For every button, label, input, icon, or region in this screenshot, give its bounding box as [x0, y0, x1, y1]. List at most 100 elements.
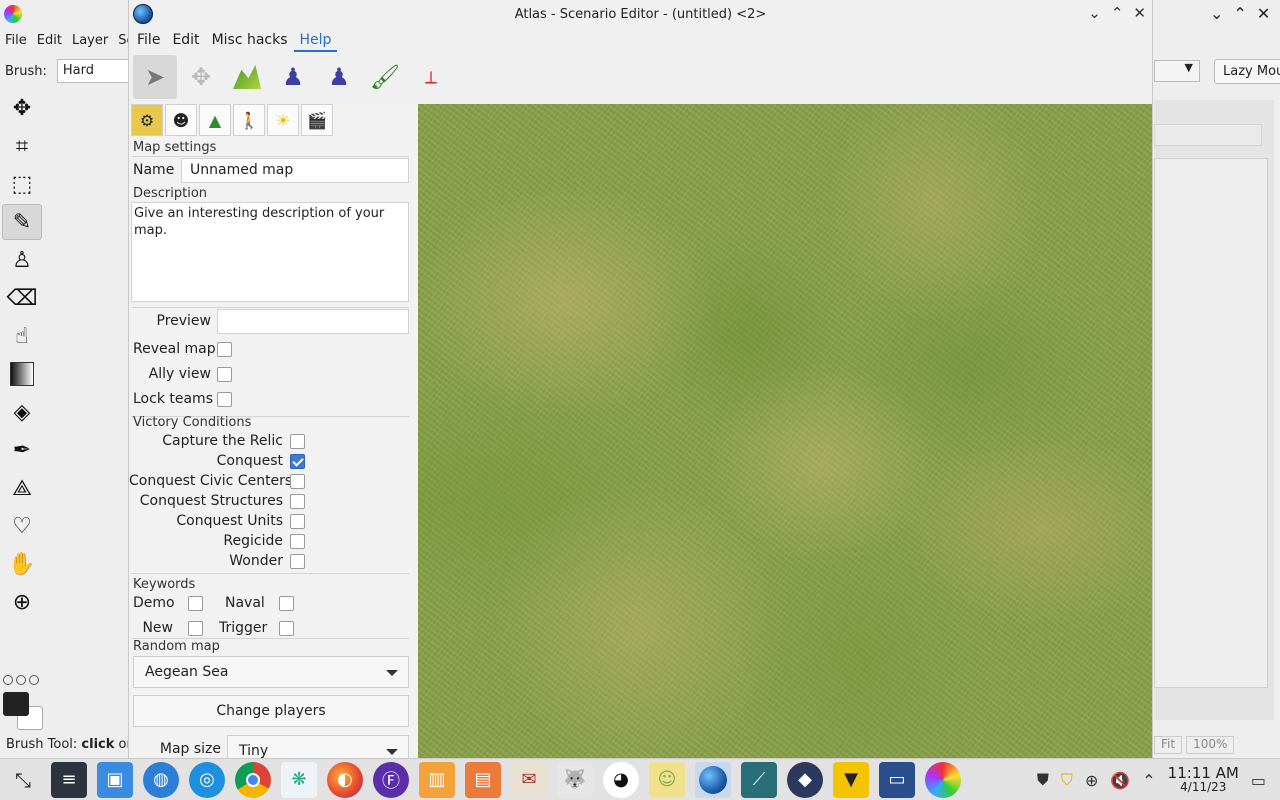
victory-conquest-checkbox[interactable] [290, 454, 305, 469]
chrome-icon[interactable] [235, 761, 271, 798]
bg-menu-edit[interactable]: Edit [32, 33, 67, 48]
tab-terrain-icon[interactable]: ▲ [199, 104, 231, 136]
axis-gizmo-icon[interactable]: ⟂ [409, 55, 453, 99]
victory-wonder-checkbox[interactable] [290, 554, 305, 569]
keyword-trigger-checkbox[interactable] [279, 621, 294, 636]
close-icon[interactable]: ✕ [1133, 4, 1146, 22]
minimize-icon[interactable]: ⌄ [1088, 4, 1101, 22]
bg-docker-combo[interactable] [1154, 124, 1262, 146]
menu-file[interactable]: File [131, 28, 166, 52]
place-unit-icon[interactable]: ♟ [271, 55, 315, 99]
select-cursor-icon[interactable]: ➤ [133, 55, 177, 99]
compass-browser-icon[interactable]: ◎ [189, 761, 225, 798]
terminal-icon[interactable]: ≡ [51, 761, 87, 798]
crop-tool-icon[interactable]: ⌗ [2, 128, 42, 164]
lazy-mouse-button[interactable]: Lazy Mou [1214, 59, 1280, 84]
archive-app-icon[interactable]: ▥ [419, 761, 455, 798]
victory-regicide-checkbox[interactable] [290, 534, 305, 549]
firefox-icon[interactable]: ◐ [327, 761, 363, 798]
move-arrows-icon[interactable]: ✥ [179, 55, 223, 99]
reveal-map-checkbox[interactable] [217, 342, 232, 357]
tab-player-icon[interactable]: ☻ [165, 104, 197, 136]
dot-icon[interactable] [16, 675, 26, 685]
app-launcher-icon[interactable]: ⤡ [5, 762, 41, 798]
atlas-globe-icon[interactable] [695, 761, 731, 798]
gitkraken-icon[interactable]: ⟋ [741, 761, 777, 798]
fill-tool-icon[interactable]: ◈ [2, 394, 42, 430]
bg-menu-file[interactable]: File [0, 33, 32, 48]
description-textarea[interactable]: Give an interesting description of your … [131, 202, 409, 302]
smudge-tool-icon[interactable]: ☝ [2, 318, 42, 354]
bg-dropdown[interactable]: ▼ [1154, 60, 1200, 82]
keyword-new-checkbox[interactable] [188, 621, 203, 636]
tab-environment-icon[interactable]: ☀ [267, 104, 299, 136]
map-size-select[interactable]: Tiny [227, 735, 409, 758]
gimp-icon[interactable]: 🐺 [557, 761, 593, 798]
terrain-viewport[interactable] [418, 104, 1152, 758]
move-tool-icon[interactable]: ✥ [2, 90, 42, 126]
document-app-icon[interactable]: ▤ [465, 761, 501, 798]
minimize-icon[interactable]: ⌄ [1210, 4, 1223, 23]
change-players-button[interactable]: Change players [133, 695, 409, 727]
files-icon[interactable]: ▣ [97, 761, 133, 798]
ally-view-checkbox[interactable] [217, 367, 232, 382]
menu-help[interactable]: Help [293, 28, 338, 52]
sidebar-tabs: ⚙ ☻ ▲ 🚶 ☀ 🎬 [129, 104, 333, 138]
panda-app-icon[interactable]: ◕ [603, 761, 639, 798]
victory-conquest-civic-checkbox[interactable] [290, 474, 305, 489]
maximize-icon[interactable]: ⌃ [1111, 4, 1124, 22]
transform-tool-icon[interactable]: ⟁ [2, 470, 42, 506]
preview-input[interactable] [217, 309, 409, 334]
bg-brush-select[interactable]: Hard [56, 59, 130, 83]
coral-app-icon[interactable]: ❋ [281, 761, 317, 798]
bg-menu-layer[interactable]: Layer [67, 33, 113, 48]
zoom-tool-icon[interactable]: ⊕ [2, 584, 42, 620]
map-name-input[interactable]: Unnamed map [181, 158, 409, 183]
clock[interactable]: 11:11 AM 4/11/23 [1168, 766, 1239, 795]
maximize-icon[interactable]: ⌃ [1233, 4, 1246, 23]
stamp-tool-icon[interactable]: ♙ [2, 242, 42, 278]
chevron-up-icon[interactable]: ⌃ [1142, 771, 1155, 790]
show-desktop-icon[interactable]: ▭ [1251, 771, 1266, 790]
tab-map-icon[interactable]: ⚙ [131, 104, 163, 136]
shield-tray-icon[interactable]: ⛊ [1037, 770, 1049, 790]
mascot-app-icon[interactable]: ☺ [649, 761, 685, 798]
foreground-color-swatch[interactable] [3, 692, 29, 716]
menu-misc-hacks[interactable]: Misc hacks [206, 28, 294, 52]
fit-button[interactable]: Fit [1154, 736, 1183, 754]
mail-app-icon[interactable]: ✉ [511, 761, 547, 798]
gradient-tool-icon[interactable] [2, 356, 42, 392]
color-wheel-icon[interactable] [925, 761, 961, 798]
rect-select-icon[interactable]: ⬚ [2, 166, 42, 202]
menu-edit[interactable]: Edit [166, 28, 205, 52]
heart-shape-icon[interactable]: ♡ [2, 508, 42, 544]
keyword-demo-checkbox[interactable] [188, 596, 203, 611]
place-object-icon[interactable]: ♟ [317, 55, 361, 99]
victory-conquest-structures-checkbox[interactable] [290, 494, 305, 509]
dot-icon[interactable] [29, 675, 39, 685]
volume-muted-icon[interactable]: 🔇 [1110, 771, 1130, 790]
victory-capture-relic-checkbox[interactable] [290, 434, 305, 449]
dot-icon[interactable] [3, 675, 13, 685]
brush-tool-icon[interactable]: ✎ [2, 204, 42, 240]
vpn-tray-icon[interactable]: ⛉ [1061, 770, 1073, 790]
globe-app-icon[interactable]: ◍ [143, 761, 179, 798]
terrain-elevation-icon[interactable] [225, 55, 269, 99]
tab-object-icon[interactable]: 🚶 [233, 104, 265, 136]
victory-conquest-units-checkbox[interactable] [290, 514, 305, 529]
editor-app-icon[interactable]: Ⓕ [373, 761, 409, 798]
shield-app-icon[interactable]: ◆ [787, 761, 823, 798]
keyword-naval-checkbox[interactable] [279, 596, 294, 611]
paint-terrain-icon[interactable]: 🖌 [363, 55, 407, 99]
train-app-icon[interactable]: ▭ [879, 761, 915, 798]
tab-cinema-icon[interactable]: 🎬 [301, 104, 333, 136]
hand-tool-icon[interactable]: ✋ [2, 546, 42, 582]
notes-app-icon[interactable]: ▼ [833, 761, 869, 798]
eraser-tool-icon[interactable]: ⌫ [2, 280, 42, 316]
close-icon[interactable]: ✕ [1257, 4, 1270, 23]
zoom-level[interactable]: 100% [1186, 736, 1235, 754]
color-picker-icon[interactable]: ✒ [2, 432, 42, 468]
random-map-select[interactable]: Aegean Sea [133, 656, 409, 688]
lock-teams-checkbox[interactable] [217, 392, 232, 407]
update-tray-icon[interactable]: ⊕ [1085, 771, 1098, 790]
